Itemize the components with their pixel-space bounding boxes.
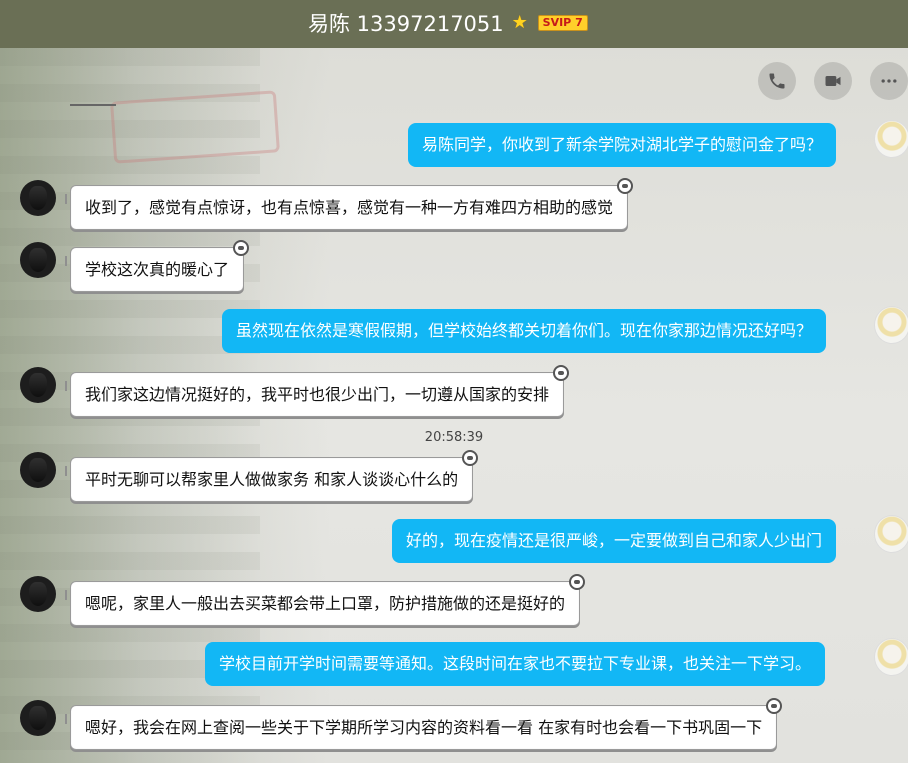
message-row: 好的，现在疫情还是很严峻，一定要做到自己和家人少出门 [0, 515, 908, 565]
video-call-button[interactable] [814, 62, 852, 100]
message-text: 嗯呢，家里人一般出去买菜都会带上口罩，防护措施做的还是挺好的 [85, 594, 566, 613]
message-row: 嗯呢，家里人一般出去买菜都会带上口罩，防护措施做的还是挺好的 [0, 574, 908, 628]
contact-avatar[interactable] [20, 452, 56, 488]
voice-call-button[interactable] [758, 62, 796, 100]
contact-avatar[interactable] [20, 700, 56, 736]
received-message-bubble[interactable]: 嗯好，我会在网上查阅一些关于下学期所学习内容的资料看一看 在家有时也会看一下书巩… [64, 698, 783, 750]
received-message-bubble[interactable]: 嗯呢，家里人一般出去买菜都会带上口罩，防护措施做的还是挺好的 [64, 574, 586, 626]
more-icon [881, 79, 897, 83]
video-icon [825, 76, 841, 86]
chat-title: 易陈 13397217051 ★ SVIP 7 [308, 8, 588, 38]
message-row: 嗯好，我会在网上查阅一些关于下学期所学习内容的资料看一看 在家有时也会看一下书巩… [0, 698, 908, 752]
bubble-decoration-icon [553, 365, 570, 381]
more-options-button[interactable] [870, 62, 908, 100]
received-message-bubble[interactable]: 平时无聊可以帮家里人做做家务 和家人谈谈心什么的 [64, 450, 479, 502]
message-timestamp: 20:58:39 [424, 430, 484, 445]
scroll-indicator [70, 104, 116, 106]
message-text: 收到了，感觉有点惊讶，也有点惊喜，感觉有一种一方有难四方相助的感觉 [85, 198, 614, 217]
my-avatar[interactable] [874, 120, 908, 158]
contact-avatar[interactable] [20, 180, 56, 216]
sent-message-bubble[interactable]: 好的，现在疫情还是很严峻，一定要做到自己和家人少出门 [392, 519, 837, 563]
contact-avatar[interactable] [20, 576, 56, 612]
bubble-decoration-icon [462, 450, 479, 466]
message-row: 收到了，感觉有点惊讶，也有点惊喜，感觉有一种一方有难四方相助的感觉 [0, 178, 908, 232]
message-text: 平时无聊可以帮家里人做做家务 和家人谈谈心什么的 [85, 470, 459, 489]
sent-message-bubble[interactable]: 学校目前开学时间需要等通知。这段时间在家也不要拉下专业课，也关注一下学习。 [205, 642, 826, 686]
chat-toolbar [758, 62, 908, 100]
message-row: 虽然现在依然是寒假假期，但学校始终都关切着你们。现在你家那边情况还好吗？ [0, 306, 908, 356]
bubble-decoration-icon [766, 698, 783, 714]
contact-avatar[interactable] [20, 367, 56, 403]
message-row: 我们家这边情况挺好的，我平时也很少出门，一切遵从国家的安排 [0, 365, 908, 419]
message-row: 学校目前开学时间需要等通知。这段时间在家也不要拉下专业课，也关注一下学习。 [0, 638, 908, 688]
received-message-bubble[interactable]: 收到了，感觉有点惊讶，也有点惊喜，感觉有一种一方有难四方相助的感觉 [64, 178, 634, 230]
bubble-decoration-icon [569, 574, 586, 590]
message-text: 我们家这边情况挺好的，我平时也很少出门，一切遵从国家的安排 [85, 385, 550, 404]
star-icon: ★ [511, 12, 528, 33]
phone-icon [769, 73, 785, 89]
vip-badge: SVIP 7 [537, 15, 588, 31]
my-avatar[interactable] [874, 638, 908, 676]
contact-avatar[interactable] [20, 242, 56, 278]
received-message-bubble[interactable]: 学校这次真的暖心了 [64, 240, 250, 292]
message-row: 学校这次真的暖心了 [0, 240, 908, 294]
title-bar[interactable]: 易陈 13397217051 ★ SVIP 7 [0, 0, 908, 48]
my-avatar[interactable] [874, 306, 908, 344]
my-avatar[interactable] [874, 515, 908, 553]
message-text: 学校这次真的暖心了 [85, 260, 230, 279]
bubble-decoration-icon [233, 240, 250, 256]
message-row: 平时无聊可以帮家里人做做家务 和家人谈谈心什么的 [0, 450, 908, 504]
bubble-decoration-icon [617, 178, 634, 194]
sent-message-bubble[interactable]: 虽然现在依然是寒假假期，但学校始终都关切着你们。现在你家那边情况还好吗？ [222, 309, 827, 353]
sent-message-bubble[interactable]: 易陈同学，你收到了新余学院对湖北学子的慰问金了吗？ [408, 123, 837, 167]
message-row: 易陈同学，你收到了新余学院对湖北学子的慰问金了吗？ [0, 120, 908, 170]
message-text: 嗯好，我会在网上查阅一些关于下学期所学习内容的资料看一看 在家有时也会看一下书巩… [85, 718, 763, 737]
received-message-bubble[interactable]: 我们家这边情况挺好的，我平时也很少出门，一切遵从国家的安排 [64, 365, 570, 417]
contact-name: 易陈 13397217051 [308, 12, 504, 36]
